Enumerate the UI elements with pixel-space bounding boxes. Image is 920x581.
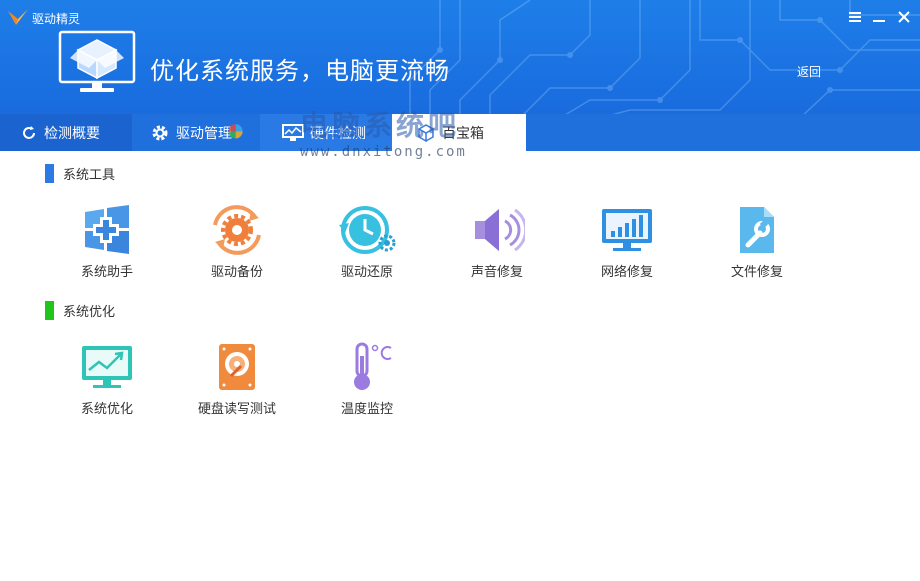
tool-label: 文件修复 — [730, 265, 783, 280]
tool-file-repair[interactable]: 文件修复 — [702, 205, 812, 295]
back-link[interactable]: 返回 — [797, 63, 821, 80]
tool-label: 系统助手 — [80, 265, 133, 280]
app-title: 驱动精灵 — [32, 12, 81, 26]
tool-system-optimize[interactable]: 系统优化 — [52, 342, 162, 432]
tool-driver-backup[interactable]: 驱动备份 — [182, 205, 292, 295]
section-bar — [45, 301, 54, 320]
app-window: 驱动精灵 优化系统服务，电脑更流畅 返回 检测概要 驱动管理 硬件检测 百宝箱 … — [0, 0, 920, 581]
tool-temperature-monitor[interactable]: 温度监控 — [312, 342, 422, 432]
section-title: 系统优化 — [63, 305, 116, 320]
clock-restore-icon — [339, 206, 396, 254]
watermark-url: www.dnxitong.com — [300, 144, 467, 160]
tab-driver-manage[interactable]: 驱动管理 — [132, 114, 260, 151]
speaker-icon — [475, 208, 525, 252]
section-bar — [45, 164, 54, 183]
tool-label: 硬盘读写测试 — [197, 402, 276, 417]
tool-network-repair[interactable]: 网络修复 — [572, 205, 682, 295]
close-icon[interactable] — [895, 8, 913, 26]
tool-label: 网络修复 — [600, 265, 653, 280]
section-system-tools: 系统工具 — [45, 164, 115, 183]
hard-disk-icon — [219, 344, 255, 390]
tool-system-assistant[interactable]: 系统助手 — [52, 205, 162, 295]
windows-plus-icon — [85, 205, 129, 254]
section-system-optimize: 系统优化 — [45, 301, 115, 320]
app-logo-icon — [8, 9, 28, 25]
tab-label: 检测概要 — [44, 125, 100, 142]
tab-overview[interactable]: 检测概要 — [0, 114, 132, 151]
tool-driver-restore[interactable]: 驱动还原 — [312, 205, 422, 295]
tool-label: 系统优化 — [80, 402, 133, 417]
network-monitor-icon — [602, 209, 652, 251]
watermark-text: 电脑系统吧 — [300, 109, 461, 142]
menu-icon[interactable] — [846, 8, 864, 26]
section-title: 系统工具 — [63, 168, 116, 183]
tool-label: 驱动备份 — [210, 265, 263, 280]
trend-monitor-icon — [82, 346, 132, 388]
tool-sound-repair[interactable]: 声音修复 — [442, 205, 552, 295]
tool-label: 声音修复 — [470, 265, 523, 280]
tool-label: 驱动还原 — [340, 265, 393, 280]
toolbox-monitor-icon — [58, 30, 136, 92]
tab-label: 驱动管理 — [176, 125, 232, 142]
file-wrench-icon — [740, 207, 774, 253]
refresh-icon — [23, 125, 35, 139]
tool-label: 温度监控 — [340, 402, 393, 417]
minimize-icon[interactable] — [870, 8, 888, 26]
tool-disk-test[interactable]: 硬盘读写测试 — [182, 342, 292, 432]
gear-cycle-icon — [213, 205, 261, 255]
page-slogan: 优化系统服务，电脑更流畅 — [150, 57, 450, 85]
gear-icon — [152, 125, 168, 140]
thermometer-icon — [354, 342, 392, 390]
circuit-decoration — [409, 0, 920, 118]
